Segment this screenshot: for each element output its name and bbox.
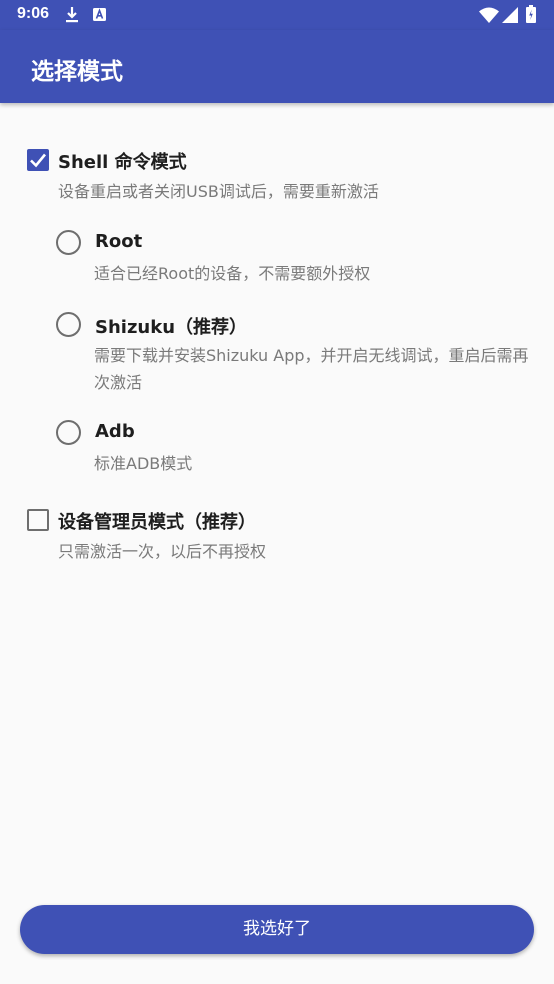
download-icon: [66, 7, 78, 23]
checkmark-icon: [30, 153, 47, 168]
status-bar: 9:06: [0, 0, 554, 30]
page-title: 选择模式: [31, 59, 123, 85]
adb-option-description: 标准ADB模式: [94, 454, 193, 473]
adb-radio[interactable]: [56, 420, 81, 445]
root-radio[interactable]: [56, 230, 81, 255]
device-admin-checkbox[interactable]: [27, 509, 49, 531]
confirm-button[interactable]: 我选好了: [20, 905, 534, 954]
app-bar: 选择模式: [0, 30, 554, 103]
shizuku-option-description: 需要下载并安装Shizuku App，并开启无线调试，重启后需再次激活: [94, 346, 529, 392]
root-option-label[interactable]: Root: [95, 231, 142, 252]
signal-icon: [502, 7, 518, 23]
a-icon: [93, 8, 106, 21]
shell-mode-description: 设备重启或者关闭USB调试后，需要重新激活: [58, 182, 379, 201]
shell-mode-checkbox[interactable]: [27, 149, 49, 171]
root-option-description: 适合已经Root的设备，不需要额外授权: [94, 264, 371, 283]
device-admin-label[interactable]: 设备管理员模式（推荐）: [58, 508, 256, 534]
device-admin-description: 只需激活一次，以后不再授权: [58, 542, 267, 561]
wifi-icon: [479, 7, 499, 23]
shizuku-option-label[interactable]: Shizuku（推荐）: [95, 313, 247, 339]
battery-icon: [526, 5, 536, 23]
shizuku-radio[interactable]: [56, 312, 81, 337]
shell-mode-label[interactable]: Shell 命令模式: [58, 148, 187, 174]
status-time: 9:06: [17, 5, 50, 22]
adb-option-label[interactable]: Adb: [95, 421, 135, 442]
